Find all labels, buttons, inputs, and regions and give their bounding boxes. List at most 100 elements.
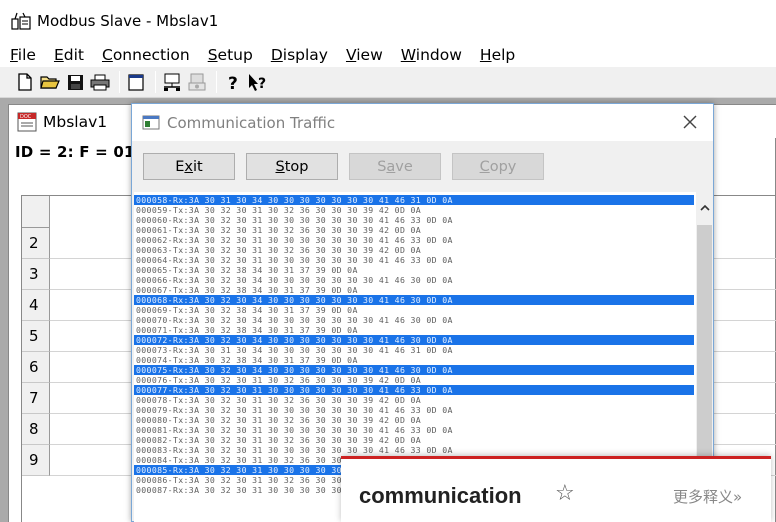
menu-window[interactable]: Window (401, 46, 462, 64)
grid-corner-header (22, 196, 50, 228)
menu-connection[interactable]: Connection (102, 46, 190, 64)
menu-label-rest: dit (63, 45, 84, 64)
svg-text:?: ? (228, 74, 238, 92)
row-header: 5 (22, 321, 50, 352)
context-help-icon[interactable]: ? (247, 71, 269, 93)
svg-text:?: ? (258, 76, 266, 92)
menu-hotkey-letter: D (270, 45, 283, 64)
row-header: 8 (22, 414, 50, 445)
window-icon[interactable] (125, 71, 147, 93)
traffic-line[interactable]: 000067-Tx:3A 30 32 38 34 30 31 37 39 0D … (134, 285, 694, 295)
button-hotkey-letter: S (275, 158, 285, 175)
dictionary-popup[interactable]: communication ☆ 更多释义» (341, 456, 771, 522)
button-label-post: top (284, 158, 309, 175)
row-header: 9 (22, 445, 50, 476)
button-hotkey-letter: a (386, 158, 396, 175)
row-header: 7 (22, 383, 50, 414)
row-header: 4 (22, 290, 50, 321)
button-label-post: it (193, 158, 203, 175)
toolbar-separator (216, 71, 217, 93)
stop-button[interactable]: Stop (246, 153, 338, 180)
save-icon[interactable] (64, 71, 86, 93)
toolbar: ? ? (0, 67, 776, 98)
traffic-line[interactable]: 000065-Tx:3A 30 32 38 34 30 31 37 39 0D … (134, 265, 694, 275)
menu-edit[interactable]: Edit (54, 46, 84, 64)
favorite-star-icon[interactable]: ☆ (555, 481, 575, 506)
menu-bar: File Edit Connection Setup Display View Window… (0, 42, 776, 67)
traffic-line[interactable]: 000058-Rx:3A 30 31 30 34 30 30 30 30 30 … (134, 195, 694, 205)
button-label-pre: S (377, 158, 387, 175)
menu-label-rest: isplay (282, 45, 328, 64)
more-definitions-link[interactable]: 更多释义» (673, 486, 742, 507)
traffic-line[interactable]: 000080-Tx:3A 30 32 30 31 30 32 36 30 30 … (134, 415, 694, 425)
child-window-title: Mbslav1 (43, 112, 108, 131)
button-label-post: ve (395, 158, 413, 175)
menu-setup[interactable]: Setup (208, 46, 253, 64)
menu-label-rest: indow (415, 45, 462, 64)
menu-hotkey-letter: F (10, 45, 18, 64)
traffic-line[interactable]: 000059-Tx:3A 30 32 30 31 30 32 36 30 30 … (134, 205, 694, 215)
connect-icon[interactable] (161, 71, 183, 93)
document-icon: DOC (17, 112, 37, 131)
close-icon[interactable] (681, 113, 699, 131)
chevron-up-icon (699, 204, 710, 211)
exit-button[interactable]: Ex it (143, 153, 235, 180)
traffic-line[interactable]: 000060-Rx:3A 30 32 30 31 30 30 30 30 30 … (134, 215, 694, 225)
new-icon[interactable] (14, 71, 36, 93)
traffic-line[interactable]: 000083-Rx:3A 30 32 30 31 30 30 30 30 30 … (134, 445, 694, 455)
traffic-line[interactable]: 000071-Tx:3A 30 32 38 34 30 31 37 39 0D … (134, 325, 694, 335)
menu-file[interactable]: File (10, 46, 36, 64)
traffic-line[interactable]: 000075-Rx:3A 30 32 30 34 30 30 30 30 30 … (134, 365, 694, 375)
traffic-line[interactable]: 000077-Rx:3A 30 32 30 31 30 30 30 30 30 … (134, 385, 694, 395)
print-icon[interactable] (89, 71, 111, 93)
window-titlebar: Modbus Slave - Mbslav1 (0, 0, 776, 42)
traffic-line[interactable]: 000078-Tx:3A 30 32 30 31 30 32 36 30 30 … (134, 395, 694, 405)
traffic-line[interactable]: 000061-Tx:3A 30 32 30 31 30 32 36 30 30 … (134, 225, 694, 235)
traffic-line[interactable]: 000066-Rx:3A 30 32 30 34 30 30 30 30 30 … (134, 275, 694, 285)
traffic-line[interactable]: 000062-Rx:3A 30 32 30 31 30 30 30 30 30 … (134, 235, 694, 245)
menu-label-rest: ile (17, 45, 36, 64)
row-header: 6 (22, 352, 50, 383)
menu-label-rest: elp (491, 45, 516, 64)
svg-text:DOC: DOC (20, 114, 32, 120)
copy-button[interactable]: Copy (452, 153, 544, 180)
traffic-line[interactable]: 000076-Tx:3A 30 32 30 31 30 32 36 30 30 … (134, 375, 694, 385)
menu-help[interactable]: Help (480, 46, 515, 64)
menu-hotkey-letter: E (53, 45, 64, 64)
menu-hotkey-letter: V (345, 45, 357, 64)
open-icon[interactable] (39, 71, 61, 93)
traffic-line[interactable]: 000073-Rx:3A 30 31 30 34 30 30 30 30 30 … (134, 345, 694, 355)
dialog-window-icon (142, 115, 160, 130)
traffic-line[interactable]: 000063-Tx:3A 30 32 30 31 30 32 36 30 30 … (134, 245, 694, 255)
menu-hotkey-letter: C (101, 45, 113, 64)
traffic-line[interactable]: 000081-Rx:3A 30 32 30 31 30 30 30 30 30 … (134, 425, 694, 435)
toolbar-separator (119, 71, 120, 93)
traffic-line[interactable]: 000074-Tx:3A 30 32 38 34 30 31 37 39 0D … (134, 355, 694, 365)
button-hotkey-letter: C (479, 158, 490, 175)
dialog-titlebar[interactable]: Communication Traffic (132, 104, 713, 141)
traffic-line[interactable]: 000072-Rx:3A 30 32 30 34 30 30 30 30 30 … (134, 335, 694, 345)
traffic-line[interactable]: 000068-Rx:3A 30 32 30 34 30 30 30 30 30 … (134, 295, 694, 305)
menu-display[interactable]: Display (271, 46, 328, 64)
dictionary-word: communication (359, 483, 522, 508)
scroll-up-button[interactable] (696, 192, 713, 222)
save-button[interactable]: Sa ve (349, 153, 441, 180)
dialog-title: Communication Traffic (167, 113, 336, 132)
traffic-line[interactable]: 000070-Rx:3A 30 32 30 34 30 30 30 30 30 … (134, 315, 694, 325)
help-icon[interactable]: ? (222, 71, 244, 93)
modbus-app-icon (11, 12, 31, 30)
traffic-line[interactable]: 000069-Tx:3A 30 32 38 34 30 31 37 39 0D … (134, 305, 694, 315)
menu-view[interactable]: View (346, 46, 383, 64)
menu-hotkey-letter: H (479, 45, 492, 64)
button-label-post: opy (489, 158, 517, 175)
traffic-line[interactable]: 000079-Rx:3A 30 32 30 31 30 30 30 30 30 … (134, 405, 694, 415)
menu-label-rest: iew (356, 45, 383, 64)
slave-id-function-status: ID = 2: F = 01 (15, 143, 135, 161)
traffic-line[interactable]: 000064-Rx:3A 30 32 30 31 30 30 30 30 30 … (134, 255, 694, 265)
disconnect-icon[interactable] (186, 71, 208, 93)
window-title: Modbus Slave - Mbslav1 (37, 12, 219, 30)
button-hotkey-letter: x (184, 158, 194, 175)
menu-hotkey-letter: W (400, 45, 416, 64)
row-header: 2 (22, 228, 50, 259)
traffic-line[interactable]: 000082-Tx:3A 30 32 30 31 30 32 36 30 30 … (134, 435, 694, 445)
